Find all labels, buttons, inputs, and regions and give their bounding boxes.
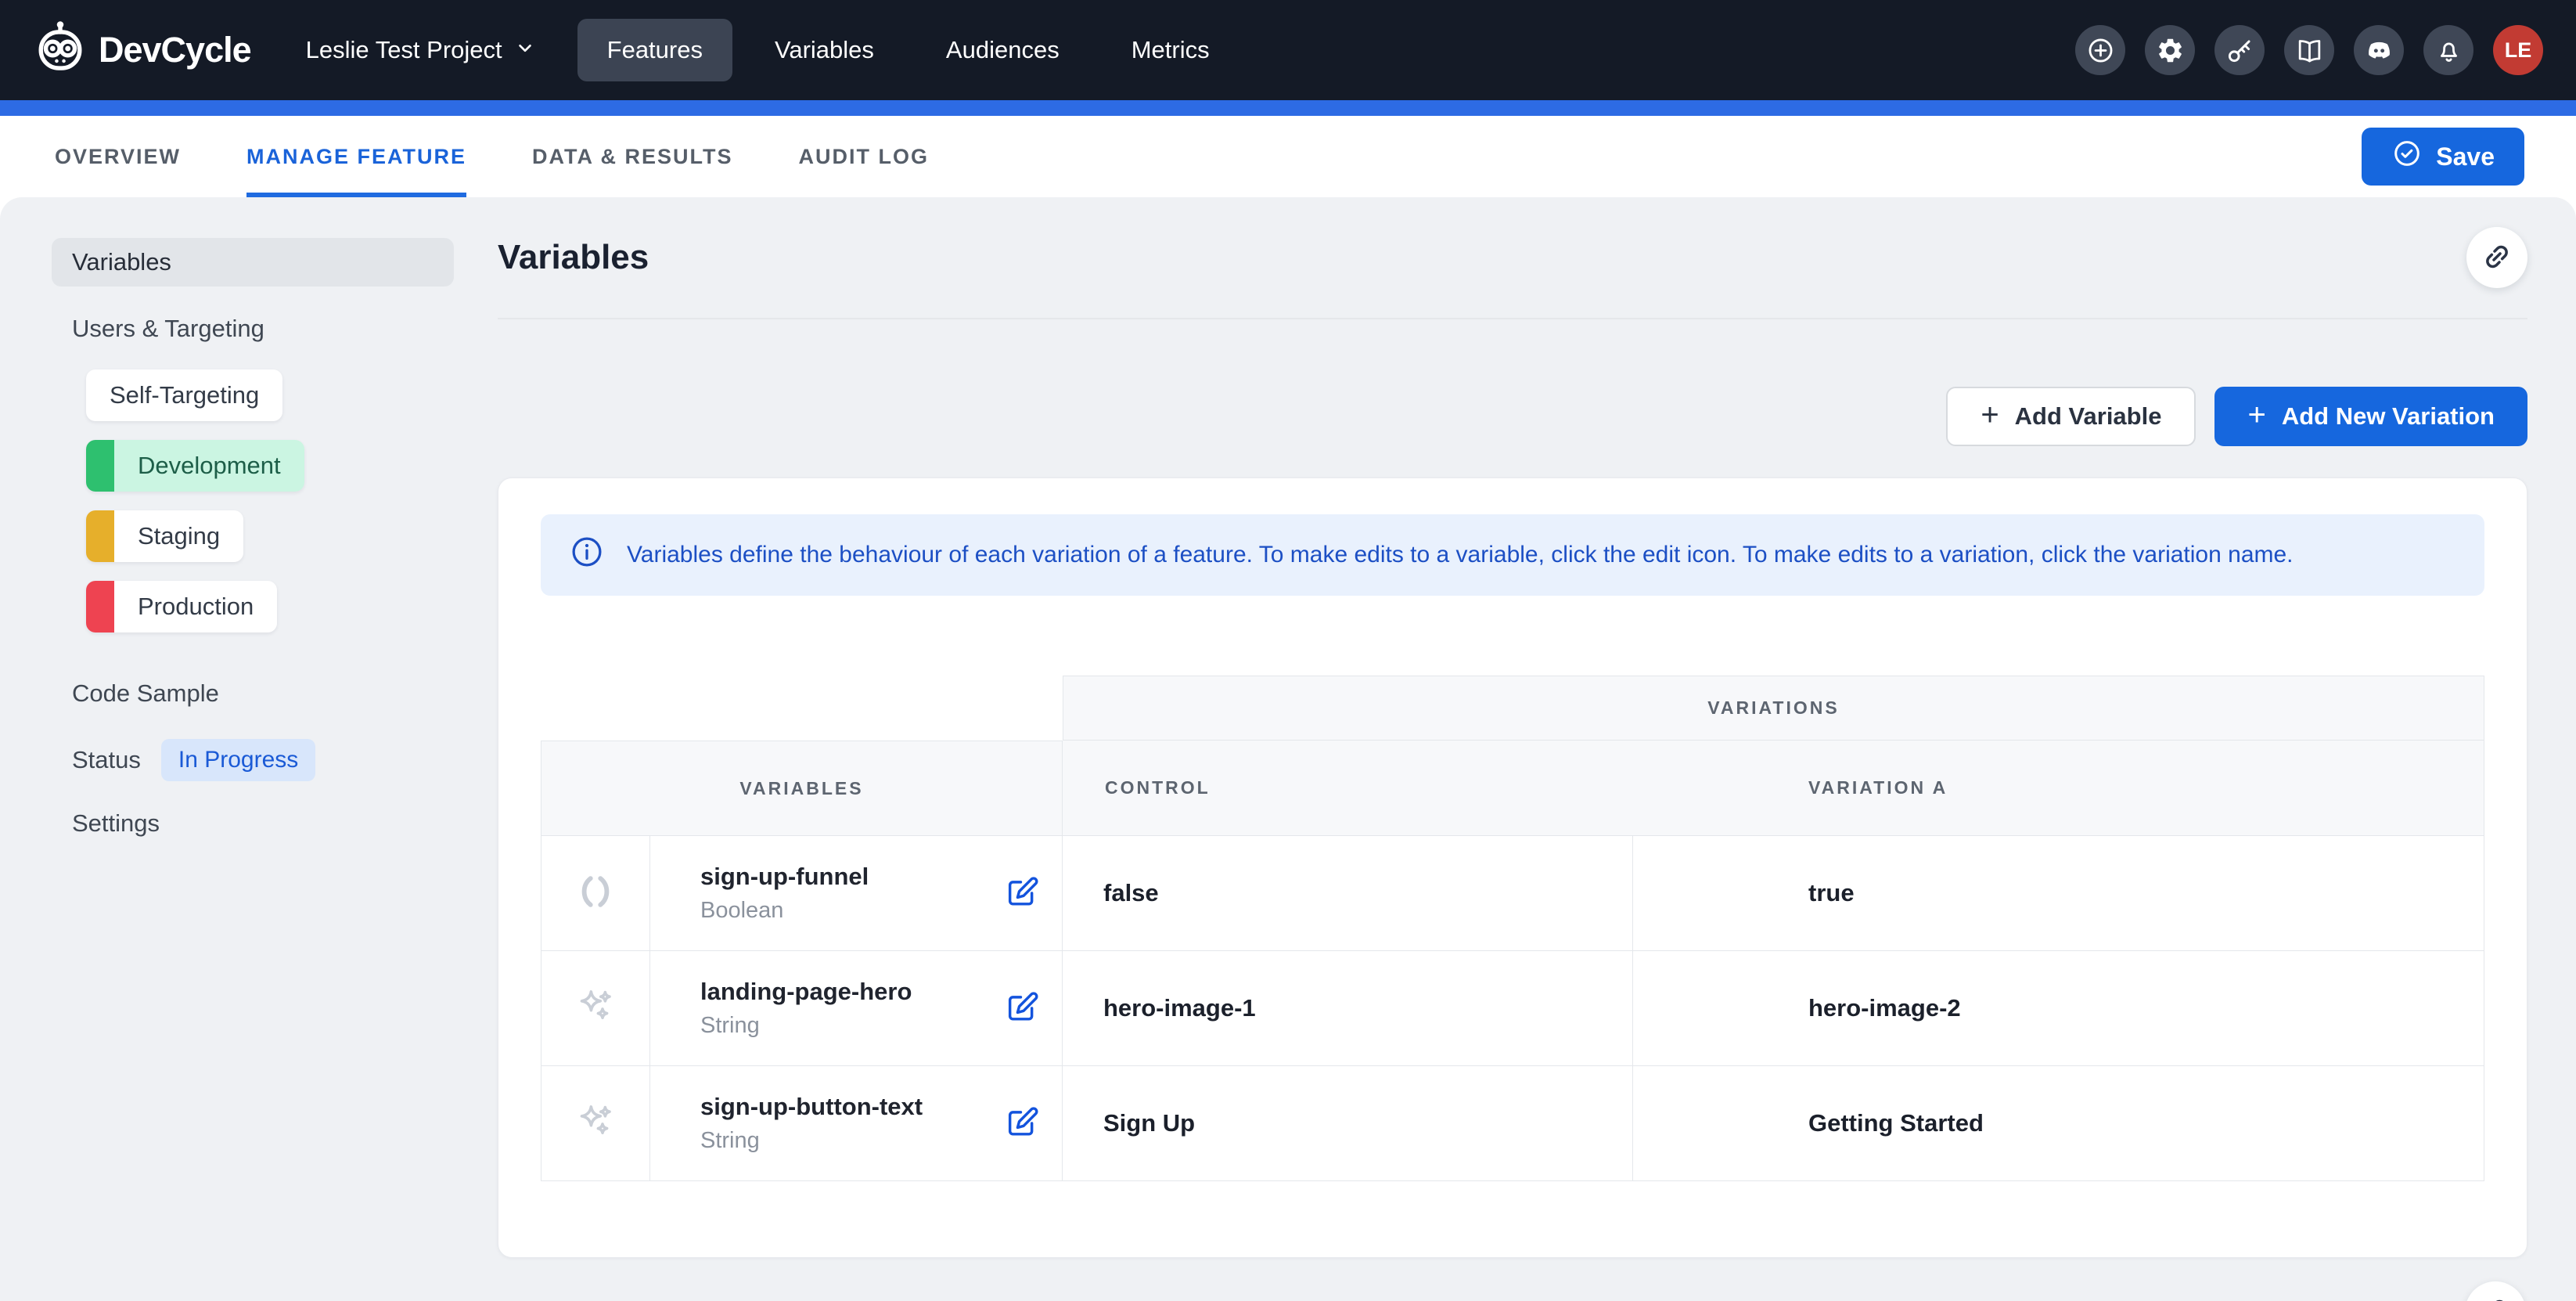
braces-icon (574, 870, 617, 917)
link-icon (2481, 240, 2513, 276)
brand-name: DevCycle (99, 30, 251, 70)
variable-type: String (700, 1128, 760, 1154)
info-banner: Variables define the behaviour of each v… (541, 514, 2484, 596)
table-actions: + Add Variable + Add New Variation (498, 387, 2527, 446)
variables-header: VARIABLES (541, 741, 1063, 836)
variable-name-cell: sign-up-funnel Boolean (650, 836, 1063, 951)
sidebar-item-self-targeting[interactable]: Self-Targeting (86, 369, 282, 421)
variation-a-value: hero-image-2 (1633, 951, 2484, 1066)
top-nav: DevCycle Leslie Test Project Features Va… (0, 0, 2576, 100)
sidebar-item-env-production[interactable]: Production (86, 581, 277, 632)
variation-a-value: true (1633, 836, 2484, 951)
env-color-bar-staging (86, 510, 114, 562)
control-value: hero-image-1 (1063, 951, 1633, 1066)
variations-header: VARIATIONS (1063, 676, 2484, 741)
edit-variable-button[interactable] (1004, 1105, 1040, 1143)
add-new-variation-label: Add New Variation (2282, 402, 2495, 431)
variables-card: Variables define the behaviour of each v… (498, 478, 2527, 1258)
user-avatar[interactable]: LE (2493, 25, 2543, 75)
accent-bar (0, 100, 2576, 116)
page-title: Variables (498, 238, 649, 277)
tab-data-results[interactable]: DATA & RESULTS (532, 116, 733, 197)
variable-name-cell: sign-up-button-text String (650, 1066, 1063, 1181)
primary-nav: Features Variables Audiences Metrics (577, 19, 1239, 81)
add-new-variation-button[interactable]: + Add New Variation (2214, 387, 2527, 446)
section-link-button[interactable] (2465, 1281, 2526, 1301)
variable-type-cell (541, 951, 650, 1066)
sparkles-icon (574, 986, 617, 1032)
env-label: Development (114, 440, 304, 492)
variable-name: landing-page-hero (700, 978, 912, 1006)
variables-table: VARIATIONS VARIABLES CONTROL VARIATION A… (541, 676, 2484, 1181)
sidebar-item-settings[interactable]: Settings (72, 809, 485, 838)
variable-name: sign-up-funnel (700, 863, 869, 891)
chevron-down-icon (515, 36, 535, 64)
notifications-bell-icon[interactable] (2423, 25, 2473, 75)
variation-name-control[interactable]: CONTROL (1063, 741, 1633, 836)
status-label[interactable]: Status (72, 746, 141, 774)
plus-icon: + (2247, 399, 2265, 431)
check-circle-icon (2391, 138, 2423, 175)
add-circle-icon[interactable] (2075, 25, 2125, 75)
section-link-button[interactable] (2466, 227, 2527, 288)
devcycle-robot-icon (33, 20, 88, 81)
settings-gear-icon[interactable] (2145, 25, 2195, 75)
section-header: Variables (498, 197, 2527, 319)
link-icon (2479, 1295, 2512, 1301)
control-value: false (1063, 836, 1633, 951)
sidebar-item-env-staging[interactable]: Staging (86, 510, 243, 562)
variation-name-variation-a[interactable]: VARIATION A (1633, 741, 2484, 836)
docs-book-icon[interactable] (2284, 25, 2334, 75)
project-selector[interactable]: Leslie Test Project (306, 36, 535, 64)
control-value: Sign Up (1063, 1066, 1633, 1181)
sidebar-item-variables[interactable]: Variables (52, 238, 454, 287)
sidebar-item-users-targeting[interactable]: Users & Targeting (72, 315, 485, 343)
nav-item-metrics[interactable]: Metrics (1102, 19, 1239, 81)
variable-name-cell: landing-page-hero String (650, 951, 1063, 1066)
sidebar-item-code-sample[interactable]: Code Sample (72, 679, 485, 708)
status-badge: In Progress (161, 739, 315, 781)
env-label: Staging (114, 510, 243, 562)
add-variable-button[interactable]: + Add Variable (1946, 387, 2196, 446)
nav-item-variables[interactable]: Variables (745, 19, 904, 81)
variable-type-cell (541, 836, 650, 951)
sparkles-icon (574, 1101, 617, 1147)
feature-sidebar: Variables Users & Targeting Self-Targeti… (0, 197, 485, 1301)
content-panel: Variables Users & Targeting Self-Targeti… (0, 197, 2576, 1301)
save-button[interactable]: Save (2362, 128, 2524, 186)
project-name: Leslie Test Project (306, 36, 502, 64)
variation-a-value: Getting Started (1633, 1066, 2484, 1181)
top-nav-actions: LE (2075, 25, 2543, 75)
edit-variable-button[interactable] (1004, 874, 1040, 913)
next-section-partial (498, 1281, 2527, 1301)
sidebar-item-env-development[interactable]: Development (86, 440, 304, 492)
discord-icon[interactable] (2354, 25, 2404, 75)
variable-type-cell (541, 1066, 650, 1181)
feature-tab-bar: OVERVIEW MANAGE FEATURE DATA & RESULTS A… (0, 116, 2576, 197)
variable-type: Boolean (700, 898, 783, 924)
plus-icon: + (1981, 399, 1999, 431)
targeting-environments: Self-Targeting Development Staging Produ… (86, 369, 485, 651)
variable-name: sign-up-button-text (700, 1093, 923, 1121)
save-button-label: Save (2436, 142, 2495, 171)
info-banner-text: Variables define the behaviour of each v… (627, 542, 2294, 568)
tab-audit-log[interactable]: AUDIT LOG (799, 116, 930, 197)
env-color-bar-production (86, 581, 114, 632)
devcycle-logo[interactable]: DevCycle (33, 20, 251, 81)
env-label: Production (114, 581, 277, 632)
nav-item-features[interactable]: Features (577, 19, 732, 81)
add-variable-label: Add Variable (2015, 402, 2162, 431)
nav-item-audiences[interactable]: Audiences (916, 19, 1089, 81)
edit-variable-button[interactable] (1004, 989, 1040, 1028)
table-header-spacer (541, 676, 1063, 741)
tab-overview[interactable]: OVERVIEW (55, 116, 181, 197)
tab-manage-feature[interactable]: MANAGE FEATURE (246, 116, 466, 197)
info-icon (569, 534, 605, 576)
env-color-bar-development (86, 440, 114, 492)
variables-section: Variables + Add Variable + Add New Varia… (485, 197, 2576, 1301)
api-key-icon[interactable] (2214, 25, 2265, 75)
content-area: Variables Users & Targeting Self-Targeti… (0, 197, 2576, 1301)
variable-type: String (700, 1013, 760, 1039)
sidebar-item-status: Status In Progress (72, 739, 485, 781)
